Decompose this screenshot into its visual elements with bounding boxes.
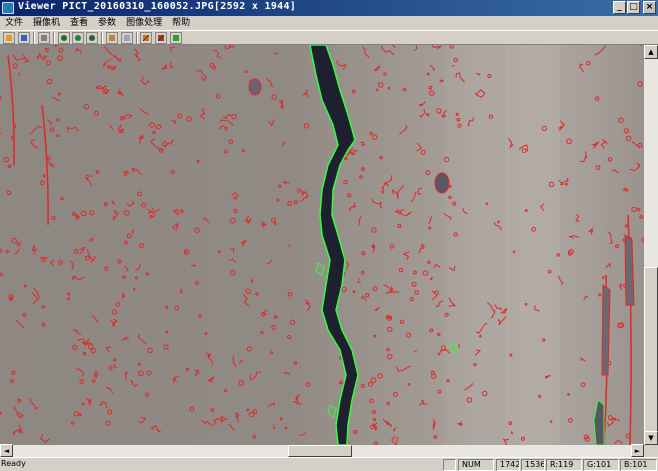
scroll-left-button[interactable]: ◄ [0,444,13,457]
status-num: NUM [458,459,494,471]
vertical-scrollbar[interactable]: ▲ ▼ [644,45,658,445]
menu-help[interactable]: 帮助 [167,16,195,30]
toolbar-separator [33,32,35,44]
status-empty-pane [443,459,456,471]
defect-outline [451,65,455,67]
measure-icon[interactable] [170,32,182,44]
save-icon[interactable] [18,32,30,44]
toolbar-separator [101,32,103,44]
menu-file[interactable]: 文件 [0,16,28,30]
window-title: Viewer PICT_20160310_160052.JPG[2592 x 1… [18,1,297,12]
toolbar-separator [136,32,138,44]
capture-sequence-icon[interactable] [72,32,84,44]
menu-image-processing[interactable]: 图像处理 [121,16,167,30]
scrollbar-corner [644,445,658,457]
status-ready: Ready [1,459,26,468]
status-red-value: R:119 [546,459,582,471]
menu-view[interactable]: 查看 [65,16,93,30]
scroll-right-button[interactable]: ► [631,444,644,457]
menu-bar: 文件 摄像机 查看 参数 图像处理 帮助 [0,16,658,30]
edge-detect-icon[interactable] [155,32,167,44]
maximize-button[interactable]: □ [627,1,640,14]
open-folder-icon[interactable] [3,32,15,44]
capture-stop-icon[interactable] [86,32,98,44]
concrete-crack-image [0,45,644,445]
window-controls: _ □ × [613,1,656,14]
crack-detect-icon[interactable] [140,32,152,44]
status-blue-value: B:101 [620,459,657,471]
horizontal-scroll-thumb[interactable] [288,445,352,457]
scroll-up-button[interactable]: ▲ [644,45,658,59]
vertical-scroll-thumb[interactable] [644,267,658,435]
toolbar [0,30,658,45]
scroll-down-button[interactable]: ▼ [644,431,658,445]
title-bar: Viewer PICT_20160310_160052.JPG[2592 x 1… [0,0,658,16]
menu-parameters[interactable]: 参数 [93,16,121,30]
status-green-value: G:101 [583,459,619,471]
minimize-button[interactable]: _ [613,1,626,14]
status-y-coord: 1536 [521,459,545,471]
status-x-coord: 1742 [496,459,520,471]
close-button[interactable]: × [643,1,656,14]
print-icon[interactable] [38,32,50,44]
settings-icon[interactable] [121,32,133,44]
image-viewport[interactable] [0,45,644,445]
app-icon [2,2,14,14]
image-open-icon[interactable] [106,32,118,44]
status-bar: Ready NUM 1742 1536 R:119 G:101 B:101 [0,457,658,471]
toolbar-separator [53,32,55,44]
horizontal-scrollbar[interactable]: ◄ ► [0,444,644,457]
capture-icon[interactable] [58,32,70,44]
menu-camera[interactable]: 摄像机 [28,16,65,30]
